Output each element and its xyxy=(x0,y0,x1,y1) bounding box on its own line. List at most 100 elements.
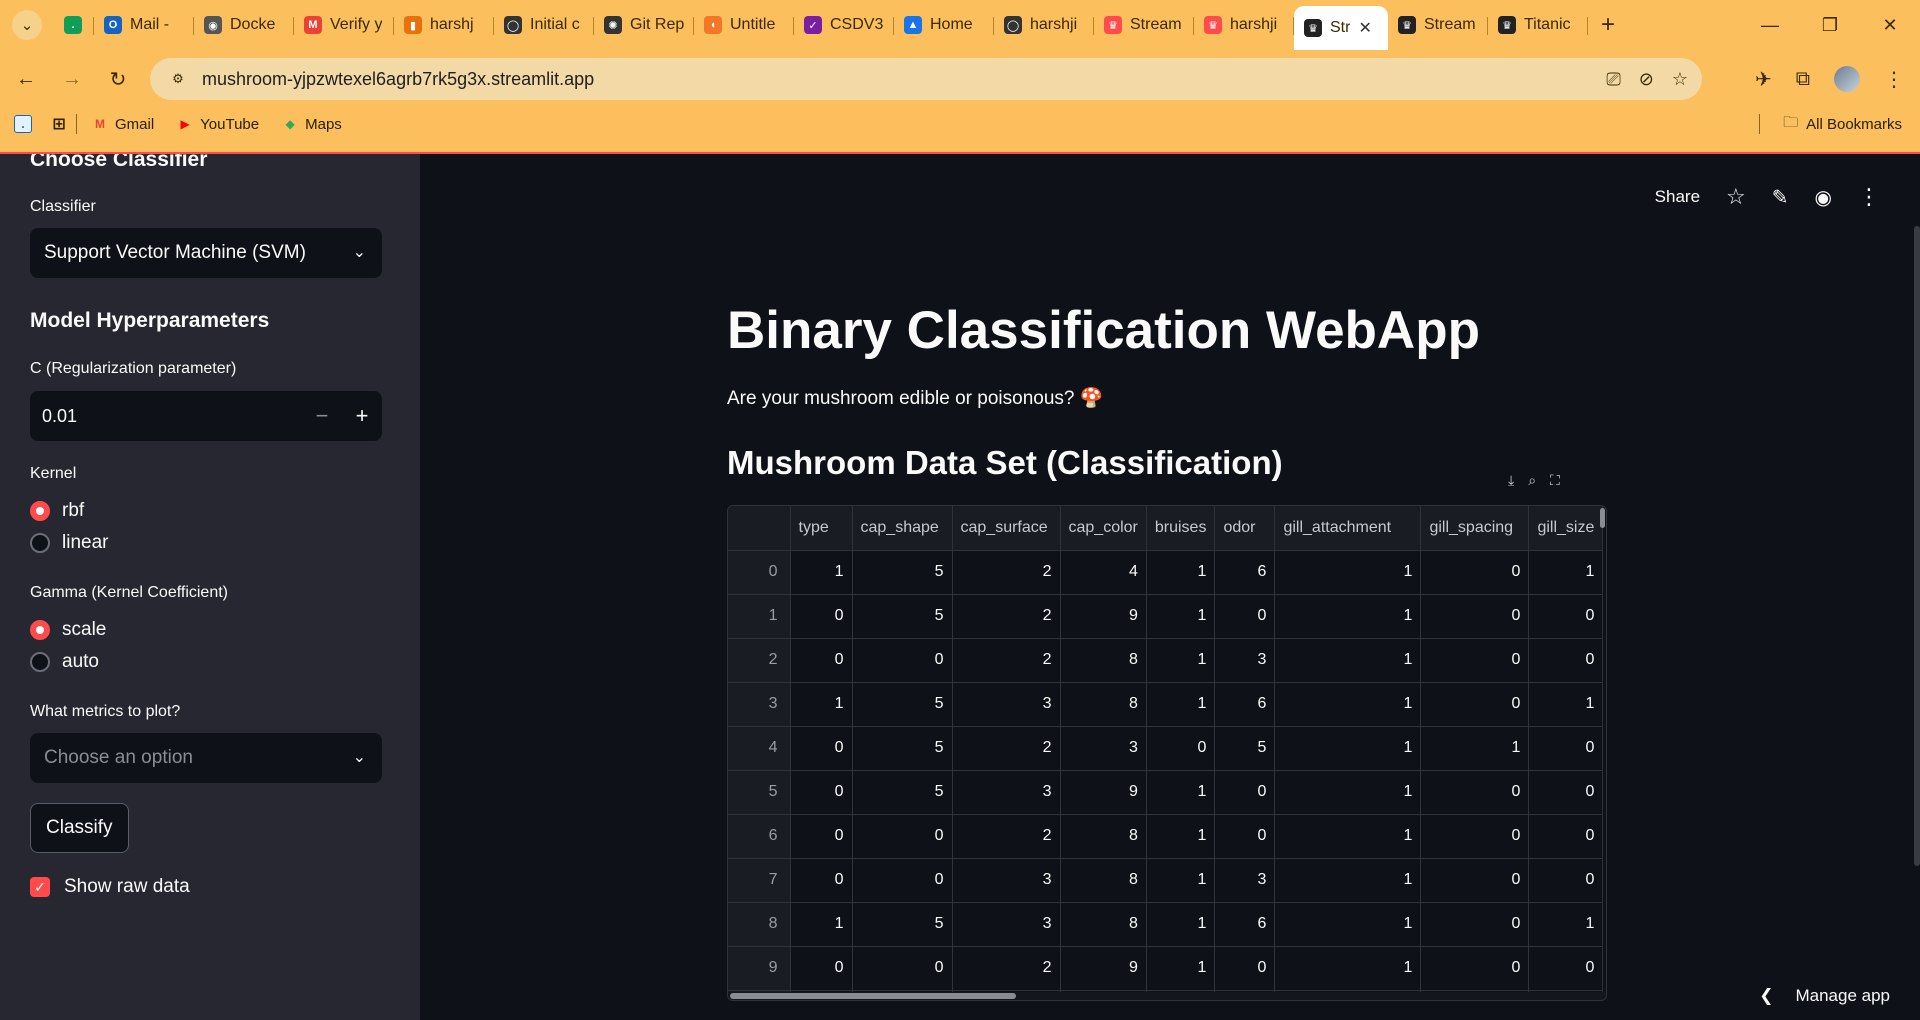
star-icon[interactable]: ☆ xyxy=(1726,184,1746,210)
table-cell[interactable]: 3 xyxy=(1214,638,1276,683)
table-cell[interactable]: 0 xyxy=(852,946,953,991)
table-cell[interactable]: 1 xyxy=(790,682,853,727)
table-cell[interactable]: 3 xyxy=(1060,726,1147,771)
table-row[interactable]: 1052910100 xyxy=(728,594,1604,639)
column-header[interactable] xyxy=(728,506,791,551)
dataframe[interactable]: type cap_shape cap_surface cap_color bruises… xyxy=(727,505,1607,1001)
app-shortcut-icon[interactable]: . xyxy=(14,115,32,133)
table-cell[interactable]: 1 xyxy=(1274,594,1422,639)
classify-button[interactable]: Classify xyxy=(30,803,129,853)
table-cell[interactable]: 0 xyxy=(790,946,853,991)
increment-button[interactable]: + xyxy=(342,403,382,429)
row-index[interactable]: 0 xyxy=(728,550,791,595)
restore-icon[interactable]: ❐ xyxy=(1800,15,1860,36)
table-cell[interactable]: 0 xyxy=(790,814,853,859)
browser-tab[interactable]: ◯ harshji xyxy=(994,6,1094,44)
close-window-icon[interactable]: ✕ xyxy=(1860,15,1920,36)
table-cell[interactable]: 8 xyxy=(1060,814,1147,859)
row-index[interactable]: 1 xyxy=(728,594,791,639)
table-cell[interactable]: 0 xyxy=(1528,770,1604,815)
minimize-icon[interactable]: — xyxy=(1740,15,1800,36)
back-icon[interactable]: ← xyxy=(6,59,46,99)
table-row[interactable]: 2002813100 xyxy=(728,638,1604,683)
table-cell[interactable]: 9 xyxy=(1060,770,1147,815)
table-cell[interactable]: 3 xyxy=(952,902,1061,947)
column-header[interactable]: cap_surface xyxy=(952,506,1061,551)
horizontal-scrollbar[interactable] xyxy=(728,992,1606,1000)
table-cell[interactable]: 0 xyxy=(1528,946,1604,991)
table-cell[interactable]: 0 xyxy=(1420,858,1530,903)
table-cell[interactable]: 0 xyxy=(1146,726,1216,771)
table-cell[interactable]: 0 xyxy=(1214,594,1276,639)
table-cell[interactable]: 0 xyxy=(1420,638,1530,683)
table-cell[interactable]: 1 xyxy=(1146,638,1216,683)
table-cell[interactable]: 5 xyxy=(852,902,953,947)
edit-icon[interactable]: ✎ xyxy=(1772,185,1789,210)
table-cell[interactable]: 1 xyxy=(1274,858,1422,903)
c-param-value[interactable]: 0.01 xyxy=(30,406,302,427)
table-cell[interactable]: 0 xyxy=(1420,550,1530,595)
bookmark-item[interactable]: M Gmail xyxy=(91,115,154,133)
table-cell[interactable]: 0 xyxy=(790,726,853,771)
table-cell[interactable]: 9 xyxy=(1060,946,1147,991)
profile-avatar[interactable] xyxy=(1834,66,1860,92)
classifier-select[interactable]: Support Vector Machine (SVM) ⌄ xyxy=(30,228,382,278)
manage-app-button[interactable]: ❮ Manage app xyxy=(1759,986,1890,1006)
column-header[interactable]: bruises xyxy=(1146,506,1216,551)
row-index[interactable]: 3 xyxy=(728,682,791,727)
row-index[interactable]: 7 xyxy=(728,858,791,903)
table-cell[interactable]: 2 xyxy=(952,814,1061,859)
table-cell[interactable]: 1 xyxy=(1146,902,1216,947)
github-icon[interactable]: ◉ xyxy=(1815,185,1832,210)
row-index[interactable]: 6 xyxy=(728,814,791,859)
table-cell[interactable]: 0 xyxy=(1528,726,1604,771)
table-cell[interactable]: 0 xyxy=(1528,858,1604,903)
bookmark-item[interactable]: ▶ YouTube xyxy=(176,115,260,133)
column-header[interactable]: cap_color xyxy=(1060,506,1147,551)
table-row[interactable]: 0152416101 xyxy=(728,550,1604,595)
checkmark-icon[interactable]: ✓ xyxy=(30,877,50,897)
browser-tab[interactable]: ▮ harshj xyxy=(394,6,494,44)
kebab-menu-icon[interactable]: ⋮ xyxy=(1884,67,1904,92)
table-cell[interactable]: 1 xyxy=(1146,946,1216,991)
table-cell[interactable]: 2 xyxy=(952,638,1061,683)
browser-tab[interactable]: O Mail - xyxy=(94,6,194,44)
decrement-button[interactable]: − xyxy=(302,403,342,429)
main-menu-icon[interactable]: ⋮ xyxy=(1858,184,1880,210)
table-cell[interactable]: 1 xyxy=(1274,946,1422,991)
table-cell[interactable]: 0 xyxy=(790,594,853,639)
table-cell[interactable]: 1 xyxy=(1420,726,1530,771)
all-bookmarks-button[interactable]: 🗀 All Bookmarks xyxy=(1783,112,1902,137)
table-cell[interactable]: 0 xyxy=(852,814,953,859)
browser-tab[interactable]: ♛ Stream xyxy=(1094,6,1194,44)
puzzle-icon[interactable]: ⧉ xyxy=(1796,68,1810,91)
table-cell[interactable]: 0 xyxy=(1420,594,1530,639)
kernel-option-linear[interactable]: linear xyxy=(30,532,108,554)
browser-tab[interactable]: M Verify y xyxy=(294,6,394,44)
close-tab-icon[interactable]: ✕ xyxy=(1358,18,1371,38)
table-cell[interactable]: 3 xyxy=(1214,858,1276,903)
table-cell[interactable]: 8 xyxy=(1060,858,1147,903)
browser-tab[interactable]: ◉ Docke xyxy=(194,6,294,44)
table-cell[interactable]: 8 xyxy=(1060,638,1147,683)
table-row[interactable]: 9002910100 xyxy=(728,946,1604,991)
table-cell[interactable]: 0 xyxy=(852,638,953,683)
apps-grid-icon[interactable]: ⊞ xyxy=(50,115,68,133)
page-scrollbar[interactable] xyxy=(1914,226,1920,866)
radio-unselected-icon[interactable] xyxy=(30,533,50,553)
table-cell[interactable]: 1 xyxy=(1146,814,1216,859)
radio-selected-icon[interactable] xyxy=(30,501,50,521)
column-header[interactable]: gill_size xyxy=(1528,506,1604,551)
table-cell[interactable]: 0 xyxy=(1420,814,1530,859)
browser-tab[interactable]: . xyxy=(54,6,94,44)
fullscreen-icon[interactable]: ⛶ xyxy=(1550,472,1560,489)
c-param-input[interactable]: 0.01 − + xyxy=(30,391,382,441)
table-cell[interactable]: 2 xyxy=(952,550,1061,595)
reload-icon[interactable]: ↻ xyxy=(98,59,138,99)
row-index[interactable]: 2 xyxy=(728,638,791,683)
table-cell[interactable]: 8 xyxy=(1060,902,1147,947)
table-cell[interactable]: 5 xyxy=(852,682,953,727)
eye-off-icon[interactable]: ⊘ xyxy=(1639,69,1654,90)
row-index[interactable]: 9 xyxy=(728,946,791,991)
table-cell[interactable]: 1 xyxy=(1274,726,1422,771)
